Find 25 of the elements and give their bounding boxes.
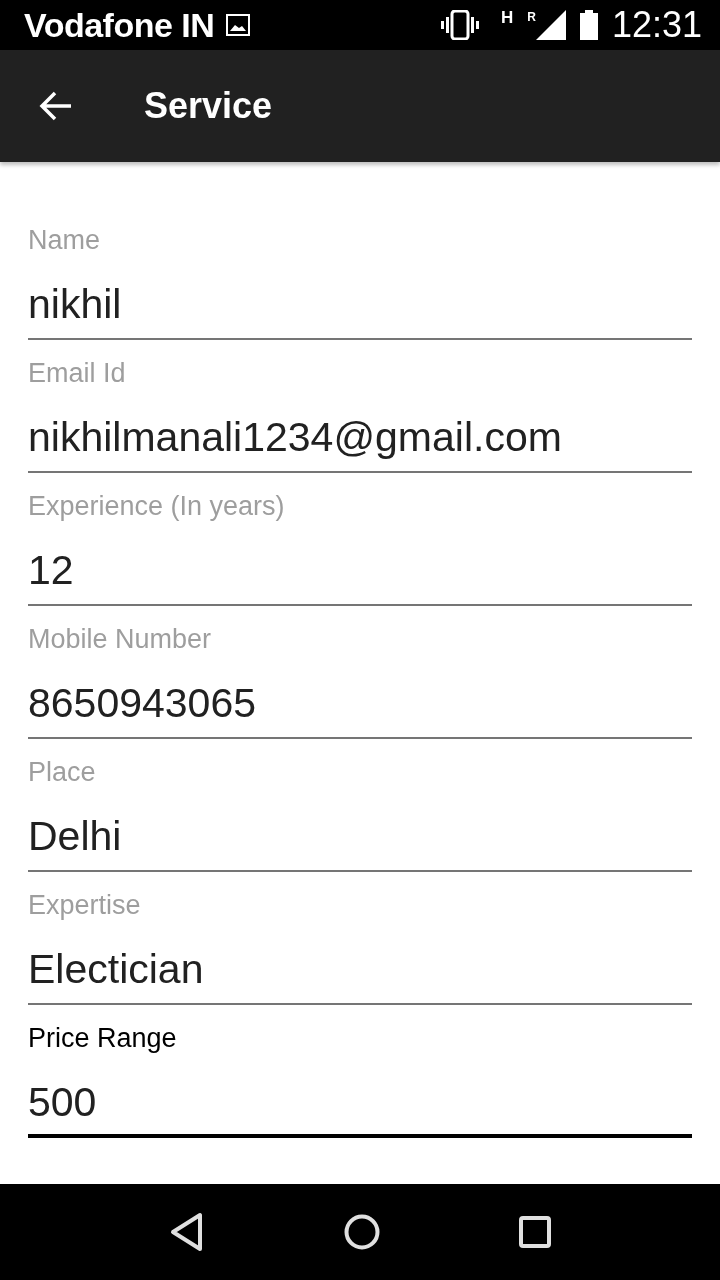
input-field[interactable]: 500 [28, 1074, 692, 1138]
field-label: Place [28, 756, 97, 789]
network-type: H [500, 8, 514, 28]
input-field[interactable]: 8650943065 [28, 675, 692, 739]
field-label: Name [28, 224, 102, 257]
field-label: Mobile Number [28, 623, 213, 656]
input-field[interactable]: nikhilmanali1234@gmail.com [28, 409, 692, 473]
carrier-name: Vodafone IN [24, 5, 215, 45]
input-field[interactable]: nikhil [28, 276, 692, 340]
field-label: Price Range [28, 1022, 178, 1055]
vibrate-icon [440, 10, 479, 40]
input-field[interactable]: Electician [28, 941, 692, 1005]
image-icon [226, 14, 251, 36]
input-field[interactable]: 12 [28, 542, 692, 606]
signal-icon [535, 10, 566, 40]
field-label: Email Id [28, 357, 127, 390]
clock-time: 12:31 [611, 4, 702, 46]
recents-icon[interactable] [518, 1216, 551, 1248]
field-label: Experience (In years) [28, 490, 286, 523]
screen-title: Service [144, 85, 273, 127]
field-label: Expertise [28, 889, 142, 922]
battery-icon [579, 10, 598, 40]
roaming-indicator: R [527, 10, 536, 24]
input-field[interactable]: Delhi [28, 808, 692, 872]
home-icon[interactable] [344, 1214, 380, 1250]
